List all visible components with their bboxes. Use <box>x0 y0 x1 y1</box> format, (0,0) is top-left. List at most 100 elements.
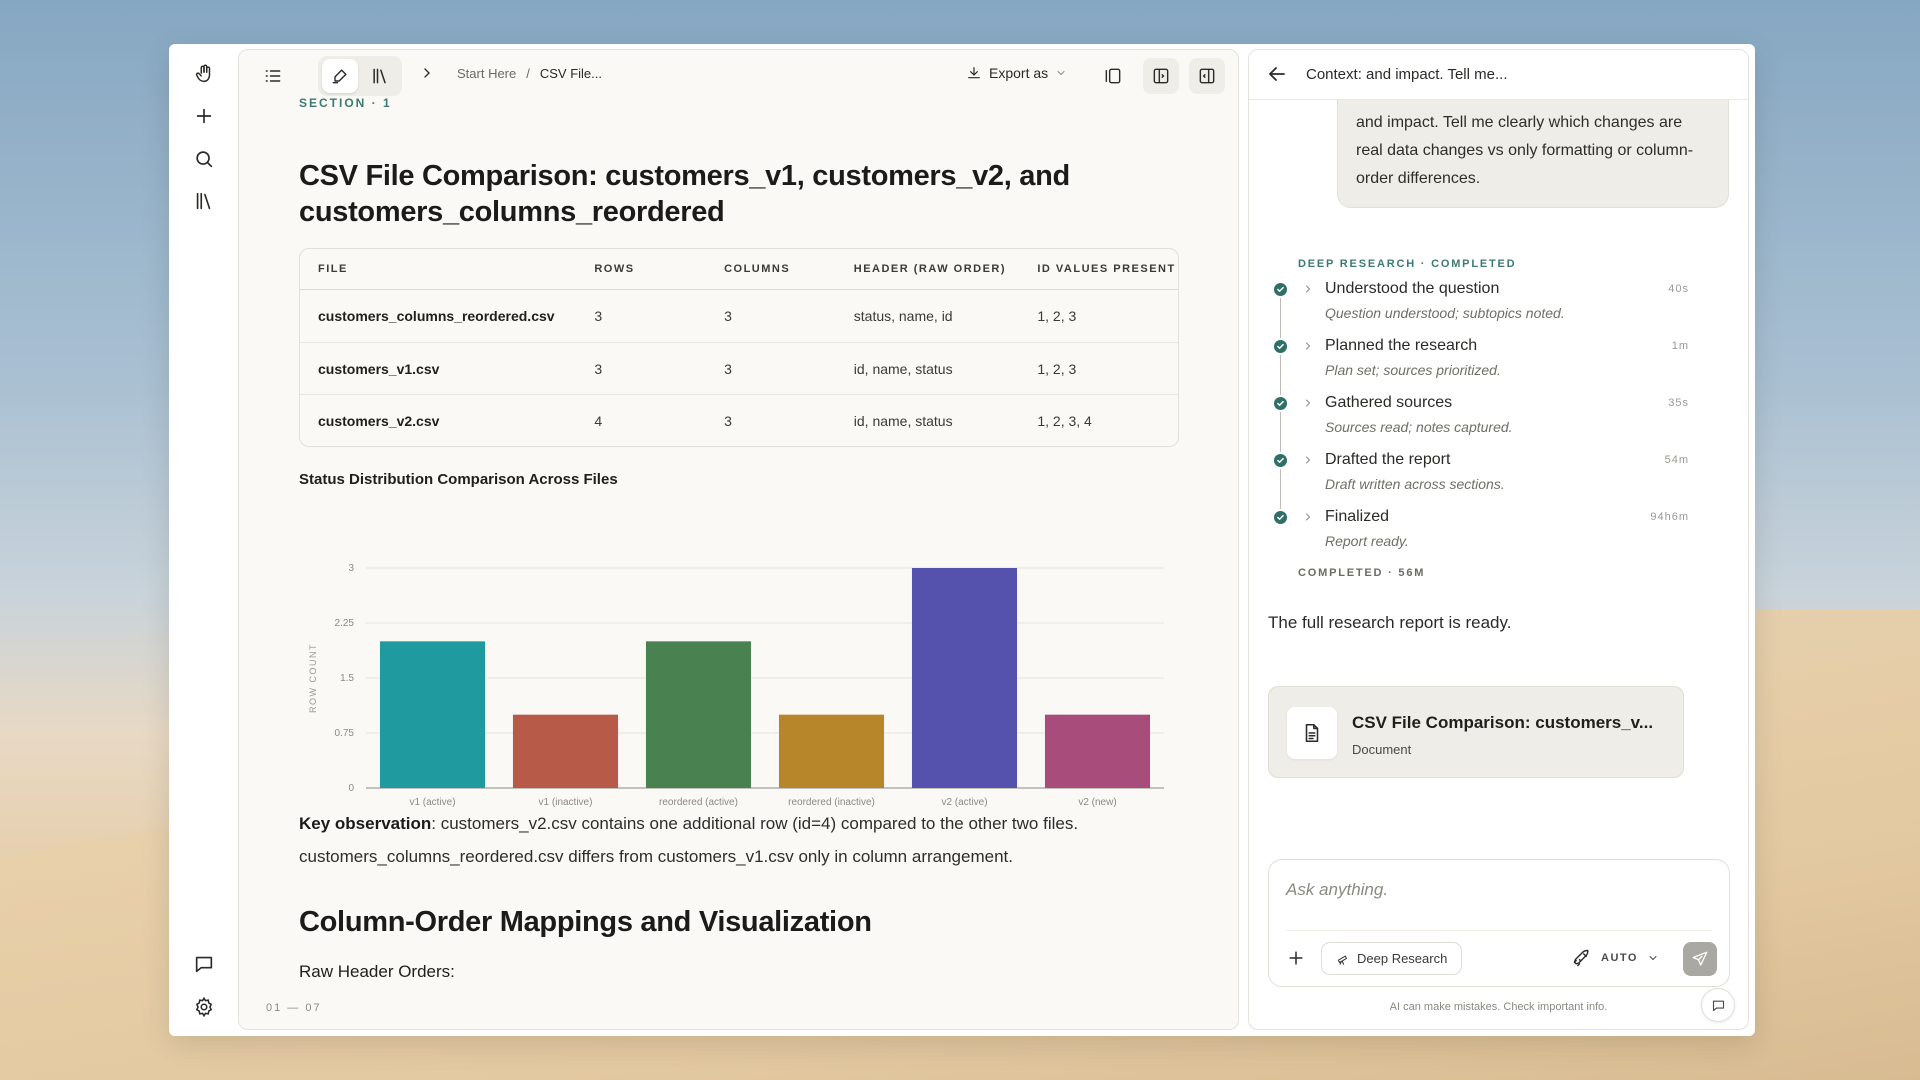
hand-logo-icon[interactable] <box>186 56 222 92</box>
mode-label: AUTO <box>1601 952 1638 964</box>
close-panel-icon[interactable] <box>1189 58 1225 94</box>
feedback-icon <box>1712 1000 1724 1011</box>
chat-input[interactable]: Ask anything. <box>1286 880 1388 900</box>
step-title: Drafted the report <box>1325 451 1451 468</box>
research-step[interactable]: Finalized Report ready. 94h6m <box>1269 506 1689 563</box>
timeline-connector <box>1280 298 1281 338</box>
deep-research-button[interactable]: Deep Research <box>1321 942 1463 975</box>
column-header: COLUMNS <box>724 263 791 275</box>
report-document-card[interactable]: CSV File Comparison: customers_v... Docu… <box>1268 686 1684 778</box>
column-header: ID VALUES PRESENT <box>1037 263 1176 275</box>
library-view-icon[interactable] <box>362 59 398 93</box>
research-step[interactable]: Understood the question Question underst… <box>1269 278 1689 338</box>
timeline-connector <box>1280 469 1281 509</box>
column-header: ROWS <box>594 263 635 275</box>
chart-title: Status Distribution Comparison Across Fi… <box>299 471 618 488</box>
breadcrumb-current[interactable]: CSV File... <box>540 66 602 81</box>
timeline-connector <box>1280 355 1281 395</box>
column-header: FILE <box>318 263 348 275</box>
deep-research-status-label: DEEP RESEARCH · COMPLETED <box>1298 258 1517 270</box>
step-title: Planned the research <box>1325 337 1478 354</box>
y-tick-label: 0.75 <box>335 728 355 739</box>
assistant-message: The full research report is ready. <box>1268 613 1512 632</box>
chevron-right-icon[interactable] <box>419 65 435 81</box>
status-bar-chart: 0 0.75 1.5 2.25 3 ROW COUNT v1 (active) v1 (ina… <box>299 505 1179 820</box>
subheading: Raw Header Orders: <box>299 962 455 981</box>
table-cell: id, name, status <box>853 412 953 429</box>
feedback-button[interactable] <box>1701 988 1735 1022</box>
table-cell: 3 <box>594 360 603 377</box>
table-cell: customers_columns_reordered.csv <box>318 308 555 324</box>
new-plus-icon[interactable] <box>186 98 222 134</box>
table-row: customers_columns_reordered.csv 3 3 stat… <box>300 290 1178 342</box>
research-step[interactable]: Gathered sources Sources read; notes cap… <box>1269 392 1689 452</box>
table-cell: 3 <box>724 412 732 429</box>
send-arrow-icon <box>1692 951 1708 966</box>
chat-bubble-icon[interactable] <box>186 946 222 982</box>
back-arrow-icon[interactable] <box>1265 62 1289 86</box>
left-rail <box>169 44 238 1036</box>
document-title: CSV File Comparison: customers_v1, custo… <box>299 160 1070 228</box>
chat-panel: and impact. Tell me clearly which change… <box>1248 49 1749 1030</box>
research-step[interactable]: Planned the research Plan set; sources p… <box>1269 335 1689 395</box>
table-row: customers_v2.csv 4 3 id, name, status 1,… <box>300 394 1178 446</box>
table-cell: 4 <box>594 412 603 429</box>
step-duration: 40s <box>1668 283 1689 295</box>
edit-pen-icon[interactable] <box>322 59 358 93</box>
outline-list-icon[interactable] <box>255 58 291 94</box>
table-row: customers_v1.csv 3 3 id, name, status 1,… <box>300 342 1178 394</box>
bar <box>379 641 486 788</box>
research-step[interactable]: Drafted the report Draft written across … <box>1269 449 1689 509</box>
telescope-icon <box>1337 955 1348 965</box>
library-icon[interactable] <box>186 183 222 219</box>
step-duration: 35s <box>1668 397 1689 409</box>
section-label: SECTION · 1 <box>299 96 392 110</box>
chat-composer: Ask anything. Deep Research AUTO <box>1268 859 1730 987</box>
panel-layout-icon[interactable] <box>1095 58 1131 94</box>
chevron-right-icon <box>1306 399 1311 407</box>
chevron-down-icon <box>1057 71 1065 76</box>
attach-plus-icon[interactable] <box>1286 948 1306 968</box>
comparison-table: FILE ROWS COLUMNS HEADER (RAW ORDER) ID … <box>299 248 1179 447</box>
y-tick-label: 3 <box>348 563 354 574</box>
step-summary: Question understood; subtopics noted. <box>1325 305 1565 321</box>
bar <box>1044 714 1151 788</box>
document-card-title: CSV File Comparison: customers_v... <box>1352 713 1654 732</box>
settings-gear-icon[interactable] <box>186 989 222 1025</box>
sidebar-toggle-icon[interactable] <box>1143 58 1179 94</box>
table-cell: 3 <box>594 308 603 324</box>
search-icon[interactable] <box>186 141 222 177</box>
chevron-right-icon <box>1306 456 1311 464</box>
export-button[interactable]: Export as <box>966 65 1067 81</box>
table-cell: status, name, id <box>853 308 953 324</box>
breadcrumb-separator: / <box>526 65 530 81</box>
table-cell: 1, 2, 3 <box>1037 360 1077 377</box>
key-observation-paragraph: Key observation: customers_v2.csv contai… <box>299 807 1179 873</box>
document-panel: Start Here / CSV File... Export as SECTI… <box>238 49 1239 1030</box>
step-title: Finalized <box>1325 508 1390 525</box>
ai-disclaimer: AI can make mistakes. Check important in… <box>1389 1001 1608 1013</box>
step-summary: Plan set; sources prioritized. <box>1325 362 1501 378</box>
page-indicator: 01 — 07 <box>266 1002 322 1014</box>
send-button[interactable] <box>1683 942 1717 976</box>
chevron-right-icon <box>1306 285 1311 293</box>
chart-svg: 00.751.52.253ROW COUNTv1 (active) v1 (ina… <box>308 563 1164 808</box>
table-cell: 1, 2, 3, 4 <box>1037 412 1092 429</box>
table-cell: customers_v2.csv <box>318 412 440 429</box>
chat-title: Context: and impact. Tell me... <box>1306 66 1508 83</box>
y-tick-label: 2.25 <box>335 618 355 629</box>
bar <box>512 714 619 788</box>
step-summary: Report ready. <box>1325 533 1409 549</box>
step-duration: 1m <box>1671 340 1689 352</box>
y-tick-label: 1.5 <box>340 673 354 684</box>
check-icon <box>1274 454 1287 467</box>
step-duration: 94h6m <box>1650 511 1689 523</box>
mode-selector[interactable]: AUTO <box>1572 948 1659 968</box>
chevron-down-icon <box>1649 956 1657 961</box>
table-cell: id, name, status <box>853 360 953 377</box>
bar <box>778 714 885 788</box>
step-summary: Draft written across sections. <box>1325 476 1505 492</box>
breadcrumb-root[interactable]: Start Here <box>457 66 516 81</box>
deep-research-label: Deep Research <box>1357 951 1448 966</box>
step-duration: 54m <box>1664 454 1689 466</box>
